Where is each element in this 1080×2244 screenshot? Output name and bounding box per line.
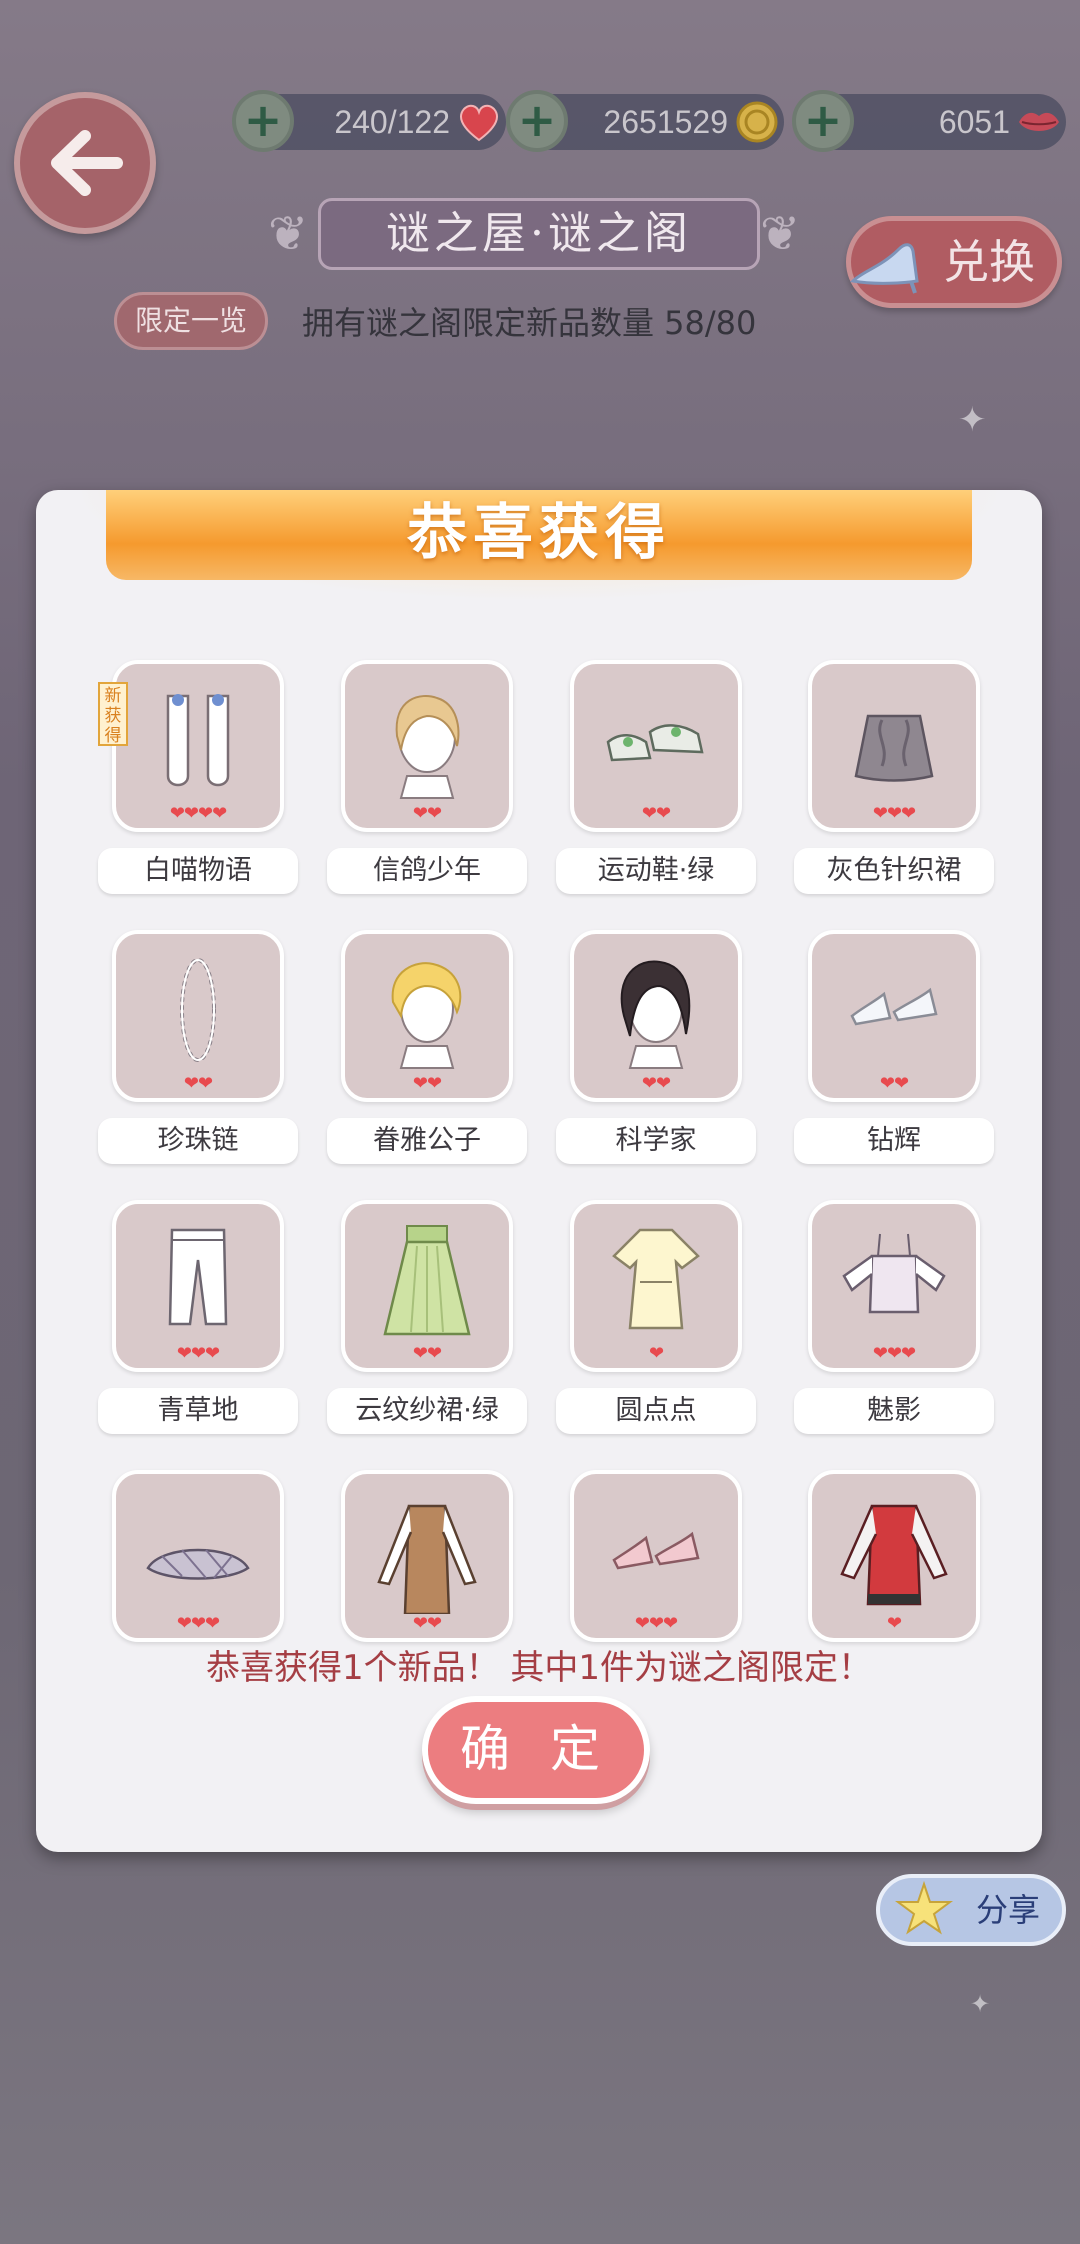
item-name: 科学家 <box>556 1118 756 1164</box>
item-name: 圆点点 <box>556 1388 756 1434</box>
new-badge: 新获得 <box>98 682 128 746</box>
page-title: 谜之屋·谜之阁 <box>318 198 760 270</box>
item-name: 钻辉 <box>794 1118 994 1164</box>
reward-dialog: 恭喜获得 ❤❤❤❤ 新获得 白喵物语 ❤❤ 信鸽少年 ❤❤ 运动鞋·绿 ❤❤❤ … <box>36 490 1042 1852</box>
share-label: 分享 <box>975 1891 1040 1929</box>
white-pants-icon <box>168 1228 228 1326</box>
item-name: 灰色针织裙 <box>794 848 994 894</box>
rarity-hearts: ❤❤❤ <box>872 803 916 824</box>
coins-counter: + 2651529 <box>506 90 784 152</box>
back-button[interactable] <box>14 92 156 234</box>
add-stamina-button[interactable]: + <box>232 90 294 152</box>
brown-dress-icon <box>377 1504 477 1614</box>
blonde-hair-icon <box>395 695 460 799</box>
item-name: 青草地 <box>98 1388 298 1434</box>
item-card: ❤❤❤ <box>808 660 980 832</box>
exchange-label: 兑换 <box>943 235 1035 289</box>
ornament-right-icon: ❦ <box>760 206 801 262</box>
item-card: ❤❤ <box>341 1200 513 1372</box>
star-hand-icon <box>895 1880 953 1935</box>
item-card: ❤ <box>570 1200 742 1372</box>
item-name: 信鸽少年 <box>327 848 527 894</box>
rarity-hearts: ❤❤ <box>412 1613 442 1634</box>
diamonds-counter: + 6051 <box>792 90 1066 152</box>
item-name: 魅影 <box>794 1388 994 1434</box>
rarity-hearts: ❤❤ <box>879 1073 909 1094</box>
coins-value: 2651529 <box>603 104 728 140</box>
rarity-hearts: ❤❤❤ <box>176 1613 220 1634</box>
item-card: ❤❤❤ <box>112 1470 284 1642</box>
rarity-hearts: ❤❤ <box>412 1343 442 1364</box>
glass-slipper-icon <box>849 243 919 294</box>
item-name: 运动鞋·绿 <box>556 848 756 894</box>
coin-icon <box>736 101 778 143</box>
arrow-left-icon <box>51 130 123 196</box>
item-card: ❤❤ <box>341 1470 513 1642</box>
item-card: ❤❤❤ <box>112 1200 284 1372</box>
item-card: ❤❤❤❤ <box>112 660 284 832</box>
yellow-hair-icon <box>391 962 462 1069</box>
green-skirt-icon <box>383 1225 471 1336</box>
confirm-button[interactable]: 确 定 <box>422 1696 650 1804</box>
item-name: 白喵物语 <box>98 848 298 894</box>
rarity-hearts: ❤❤❤ <box>634 1613 678 1634</box>
item-card: ❤❤ <box>570 660 742 832</box>
sneakers-icon <box>606 724 704 762</box>
dialog-title: 恭喜获得 <box>106 490 972 580</box>
dark-hair-icon <box>620 960 691 1069</box>
congrats-message: 恭喜获得1个新品！ 其中1件为谜之阁限定！ <box>205 1648 873 1688</box>
heart-icon <box>460 104 498 142</box>
rarity-hearts: ❤ <box>886 1613 902 1634</box>
item-card: ❤❤❤ <box>570 1470 742 1642</box>
camisole-icon <box>842 1233 946 1314</box>
glass-heels-icon <box>850 987 938 1026</box>
owned-count-text: 拥有谜之阁限定新品数量 58/80 <box>302 304 757 342</box>
rarity-hearts: ❤❤ <box>641 1073 671 1094</box>
red-jacket-icon <box>840 1504 948 1606</box>
item-card: ❤❤ <box>808 930 980 1102</box>
lips-icon <box>1019 112 1059 131</box>
reward-grid: ❤❤❤❤ 新获得 白喵物语 ❤❤ 信鸽少年 ❤❤ 运动鞋·绿 ❤❤❤ 灰色针织裙… <box>36 650 1042 1723</box>
rarity-hearts: ❤❤ <box>641 803 671 824</box>
stamina-value: 240/122 <box>334 104 450 140</box>
rarity-hearts: ❤ <box>648 1343 664 1364</box>
add-coins-button[interactable]: + <box>506 90 568 152</box>
exchange-button[interactable]: 兑换 <box>846 216 1062 308</box>
item-name: 云纹纱裙·绿 <box>327 1388 527 1434</box>
sparkle-decoration: ✦ <box>970 1990 991 2018</box>
item-card: ❤❤ <box>570 930 742 1102</box>
item-name: 眷雅公子 <box>327 1118 527 1164</box>
item-card: ❤ <box>808 1470 980 1642</box>
rarity-hearts: ❤❤❤❤ <box>169 803 227 824</box>
socks-icon <box>166 694 230 787</box>
rarity-hearts: ❤❤ <box>412 803 442 824</box>
diamonds-value: 6051 <box>938 104 1010 140</box>
rarity-hearts: ❤❤❤ <box>176 1343 220 1364</box>
knit-skirt-icon <box>854 714 934 782</box>
sparkle-decoration: ✦ <box>958 400 987 440</box>
item-name: 珍珠链 <box>98 1118 298 1164</box>
add-diamonds-button[interactable]: + <box>792 90 854 152</box>
dot-dress-icon <box>612 1228 700 1330</box>
rarity-hearts: ❤❤ <box>183 1073 213 1094</box>
limited-list-button[interactable]: 限定一览 <box>114 292 268 350</box>
plaid-shawl-icon <box>146 1548 250 1580</box>
item-card: ❤❤ <box>341 930 513 1102</box>
pearl-necklace-icon <box>180 958 216 1062</box>
pink-heels-icon <box>612 1531 700 1570</box>
stamina-counter: + 240/122 <box>232 90 506 152</box>
rarity-hearts: ❤❤❤ <box>872 1343 916 1364</box>
rarity-hearts: ❤❤ <box>412 1073 442 1094</box>
item-card: ❤❤ <box>112 930 284 1102</box>
share-button[interactable]: 分享 <box>876 1874 1066 1946</box>
item-card: ❤❤ <box>341 660 513 832</box>
item-card: ❤❤❤ <box>808 1200 980 1372</box>
